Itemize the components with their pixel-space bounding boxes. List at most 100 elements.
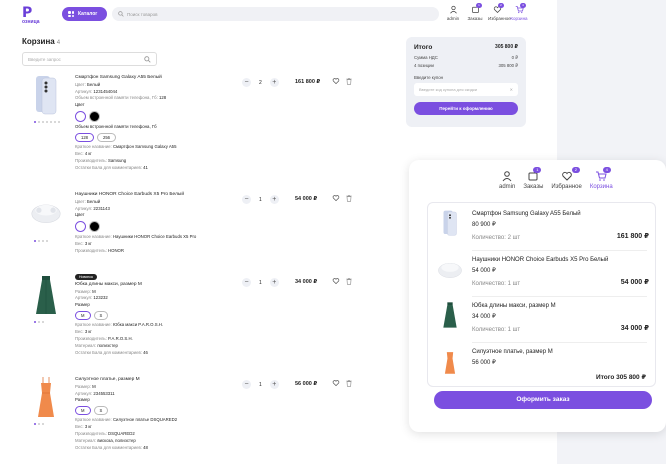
decrease-button[interactable]: −	[242, 78, 251, 87]
item-price: 161 800 ₽	[295, 79, 321, 85]
decrease-button[interactable]: −	[242, 195, 251, 204]
mini-cart-item[interactable]: Наушники HONOR Choice Earbuds X5 Pro Бел…	[436, 255, 651, 295]
item-actions	[332, 77, 353, 85]
favorites-count: 2	[498, 3, 504, 8]
item-price: 56 000 ₽	[295, 381, 318, 387]
item-actions	[332, 379, 353, 387]
summary-total: 305 800 ₽	[495, 44, 518, 50]
trash-icon[interactable]	[345, 277, 353, 285]
product-image-dress[interactable]	[30, 376, 62, 418]
summary-title: Итого	[414, 44, 433, 51]
product-info: Новинка Юбка длины макси, размер M Разме…	[75, 274, 225, 357]
increase-button[interactable]: +	[269, 278, 279, 287]
trash-icon[interactable]	[345, 379, 353, 387]
popup-orders[interactable]: 1 Заказы	[523, 167, 543, 190]
orders-count: 1	[476, 3, 482, 8]
item-actions	[332, 277, 353, 285]
catalog-button[interactable]: Каталог	[62, 7, 107, 21]
page-title: Корзина 4	[22, 37, 61, 46]
product-name[interactable]: Наушники HONOR Choice Earbuds X5 Pro Бел…	[75, 191, 225, 199]
memory-option[interactable]: 128	[75, 133, 94, 143]
product-thumb-dress	[436, 347, 464, 375]
quantity-value: 1	[259, 279, 262, 286]
header-search-input[interactable]: Поиск товаров	[112, 7, 439, 21]
place-order-button[interactable]: Оформить заказ	[434, 391, 652, 409]
grid-icon	[68, 11, 74, 17]
color-swatch-white[interactable]	[75, 221, 86, 233]
coupon-input[interactable]: Введите код купона для скидки ✕	[414, 83, 518, 96]
mini-cart-list: Смартфон Samsung Galaxy A55 Белый 80 900…	[427, 202, 656, 387]
color-swatch-white[interactable]	[75, 111, 86, 123]
product-info: Наушники HONOR Choice Earbuds X5 Pro Бел…	[75, 191, 225, 255]
heart-icon[interactable]	[332, 277, 340, 285]
quantity-stepper: − 1 +	[242, 380, 279, 389]
color-swatch-black[interactable]	[89, 221, 100, 233]
mini-cart-popup: admin 1 Заказы 2 Избранное 4 Корзина Сма…	[409, 160, 666, 432]
heart-icon[interactable]	[332, 77, 340, 85]
product-thumb-earbuds	[436, 255, 464, 283]
heart-icon[interactable]	[332, 194, 340, 202]
image-dots[interactable]	[34, 423, 44, 425]
product-image-earbuds[interactable]	[30, 191, 62, 233]
mini-cart-item[interactable]: Юбка длины макси, размер M 34 000 ₽ Коли…	[436, 301, 651, 341]
search-placeholder: Поиск товаров	[127, 11, 158, 17]
trash-icon[interactable]	[345, 77, 353, 85]
header-account[interactable]: admin	[444, 5, 462, 21]
header-cart[interactable]: 4 Корзина	[510, 3, 528, 21]
mini-cart-total: Итого 305 800 ₽	[596, 374, 646, 381]
increase-button[interactable]: +	[269, 380, 279, 389]
product-name[interactable]: Силуэтное платье, размер M	[75, 376, 225, 384]
trash-icon[interactable]	[345, 194, 353, 202]
size-option[interactable]: M	[75, 311, 91, 321]
memory-option[interactable]: 256	[97, 133, 116, 143]
cart-count: 4	[520, 3, 526, 8]
item-price: 54 000 ₽	[295, 196, 318, 202]
product-name[interactable]: Юбка длины макси, размер M	[75, 281, 225, 289]
header: Р озница Каталог Поиск товаров admin 1 З…	[0, 0, 557, 30]
product-image-skirt[interactable]	[30, 274, 62, 316]
product-thumb-skirt	[436, 301, 464, 329]
user-icon	[449, 5, 457, 14]
size-option[interactable]: S	[93, 406, 109, 416]
color-swatch-black[interactable]	[89, 111, 100, 123]
size-option[interactable]: M	[75, 406, 91, 416]
popup-favorites[interactable]: 2 Избранное	[551, 167, 582, 190]
quantity-stepper: − 1 +	[242, 278, 279, 287]
heart-icon[interactable]	[332, 379, 340, 387]
header-favorites[interactable]: 2 Избранное	[488, 3, 511, 21]
item-actions	[332, 194, 353, 202]
user-icon	[502, 171, 512, 182]
popup-cart[interactable]: 4 Корзина	[590, 167, 613, 190]
logo[interactable]: Р озница	[22, 5, 52, 25]
mini-cart-item[interactable]: Смартфон Samsung Galaxy A55 Белый 80 900…	[436, 209, 651, 249]
product-info: Смартфон Samsung Galaxy A55 Белый Цвет: …	[75, 74, 225, 172]
heart-icon	[561, 171, 572, 181]
cart-items-count: 4	[56, 40, 61, 46]
coupon-label: Введите купон	[414, 75, 443, 80]
image-dots[interactable]	[34, 240, 48, 242]
image-dots[interactable]	[34, 321, 44, 323]
size-option[interactable]: S	[93, 311, 109, 321]
image-dots[interactable]	[34, 121, 60, 123]
quantity-value: 1	[259, 381, 262, 388]
increase-button[interactable]: +	[269, 78, 279, 87]
product-name[interactable]: Смартфон Samsung Galaxy A55 Белый	[75, 74, 225, 82]
close-icon[interactable]: ✕	[510, 87, 513, 92]
product-info: Силуэтное платье, размер M Размер: M Арт…	[75, 376, 225, 452]
order-summary: Итого 305 800 ₽ Сумма НДС 0 ₽ 4 позиции 305…	[406, 37, 526, 127]
header-icons: admin 1 Заказы 2 Избранное 4 Корзина	[444, 3, 528, 21]
search-icon	[118, 11, 124, 17]
checkout-button[interactable]: Перейти к оформлению	[414, 102, 518, 115]
header-orders[interactable]: 1 Заказы	[466, 3, 484, 21]
decrease-button[interactable]: −	[242, 380, 251, 389]
search-icon	[144, 56, 151, 63]
popup-account[interactable]: admin	[499, 170, 515, 190]
increase-button[interactable]: +	[269, 195, 279, 204]
cart-search-input[interactable]: Введите запрос	[22, 52, 157, 66]
popup-header-icons: admin 1 Заказы 2 Избранное 4 Корзина	[499, 167, 613, 190]
decrease-button[interactable]: −	[242, 278, 251, 287]
quantity-stepper: − 2 +	[242, 78, 279, 87]
quantity-value: 2	[259, 79, 262, 86]
logo-subtitle: озница	[22, 19, 40, 25]
product-image-phone[interactable]	[30, 74, 62, 116]
